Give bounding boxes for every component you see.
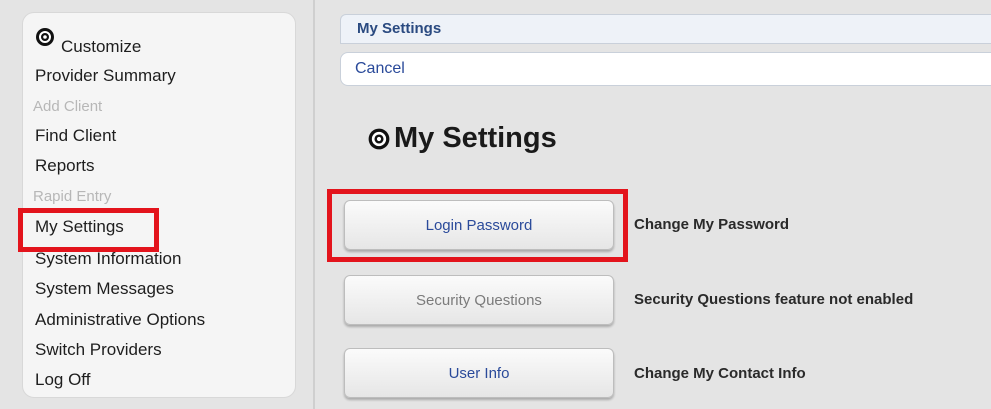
sidebar-item-find-client[interactable]: Find Client [35,126,116,146]
login-password-description: Change My Password [634,216,790,233]
user-info-description: Change My Contact Info [634,365,806,382]
sidebar-item-log-off[interactable]: Log Off [35,370,90,390]
sidebar-item-system-messages[interactable]: System Messages [35,279,174,299]
page-title: My Settings [366,122,557,155]
user-info-button[interactable]: User Info [344,348,614,398]
gear-icon[interactable] [35,27,55,47]
action-bar: Cancel [340,52,991,86]
header-title: My Settings [357,20,442,37]
security-questions-button: Security Questions [344,275,614,325]
sidebar-item-system-information[interactable]: System Information [35,249,181,269]
sidebar-item-administrative-options[interactable]: Administrative Options [35,310,205,330]
page-title-text: My Settings [394,122,557,154]
sidebar-item-provider-summary[interactable]: Provider Summary [35,66,176,86]
login-password-highlight [327,189,628,262]
security-questions-description: Security Questions feature not enabled [634,291,914,308]
cancel-link[interactable]: Cancel [355,60,405,78]
panel-divider [313,0,315,409]
section-header: My Settings [340,14,991,44]
my-settings-highlight [18,208,159,252]
sidebar-item-switch-providers[interactable]: Switch Providers [35,340,162,360]
sidebar-nav: Customize Provider Summary Add Client Fi… [22,12,296,398]
sidebar-item-customize[interactable]: Customize [61,37,141,57]
sidebar-item-reports[interactable]: Reports [35,156,95,176]
gear-icon [368,128,390,149]
sidebar-item-rapid-entry: Rapid Entry [33,188,112,205]
sidebar-item-add-client: Add Client [33,98,103,115]
